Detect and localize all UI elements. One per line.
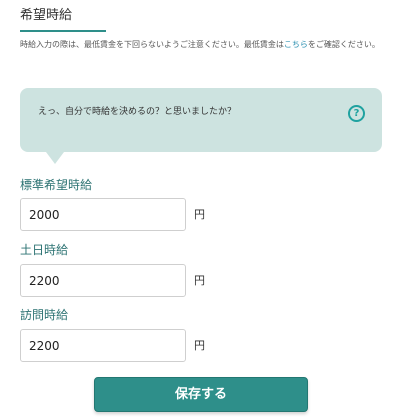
standard-wage-label: 標準希望時給 xyxy=(20,178,93,192)
save-button[interactable]: 保存する xyxy=(94,377,308,412)
standard-wage-input[interactable] xyxy=(20,198,186,231)
visit-wage-input[interactable] xyxy=(20,329,186,362)
weekend-wage-input[interactable] xyxy=(20,264,186,297)
callout-text: えっ、自分で時給を決めるの？と思いましたか？ xyxy=(38,107,237,117)
section-tab-hourly-wage: 希望時給 xyxy=(20,6,106,32)
standard-wage-unit: 円 xyxy=(194,208,205,221)
notice-text-after: をご確認ください。 xyxy=(307,40,380,49)
minimum-wage-link[interactable]: こちら xyxy=(284,40,308,49)
minimum-wage-notice: 時給入力の際は、最低賃金を下回らないようご注意ください。最低賃金はこちらをご確認… xyxy=(20,36,382,54)
hourly-wage-form: 希望時給 時給入力の際は、最低賃金を下回らないようご注意ください。最低賃金はこち… xyxy=(0,0,400,420)
section-title: 希望時給 xyxy=(20,8,73,23)
question-circle-icon[interactable]: ? xyxy=(348,105,365,122)
visit-wage-unit: 円 xyxy=(194,339,205,352)
hint-callout: えっ、自分で時給を決めるの？と思いましたか？ ? xyxy=(20,88,382,164)
visit-wage-label: 訪問時給 xyxy=(20,308,69,322)
weekend-wage-unit: 円 xyxy=(194,274,205,287)
weekend-wage-label: 土日時給 xyxy=(20,243,69,257)
notice-text-before: 時給入力の際は、最低賃金を下回らないようご注意ください。最低賃金は xyxy=(20,40,284,49)
